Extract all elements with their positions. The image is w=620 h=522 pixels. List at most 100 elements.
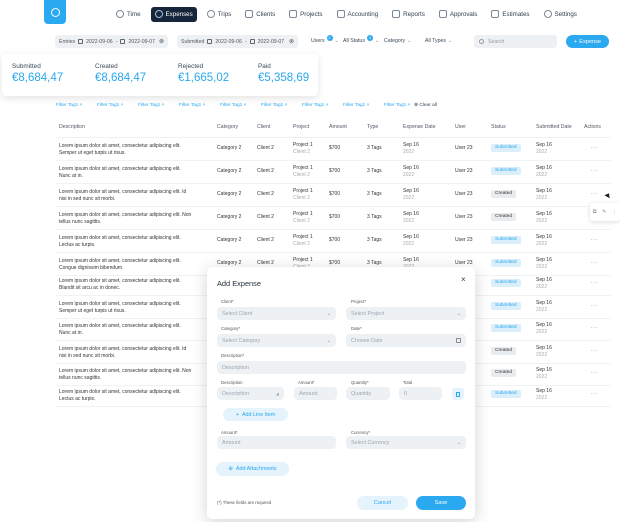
save-button[interactable]: Save xyxy=(416,496,466,510)
close-icon[interactable]: × xyxy=(244,103,247,108)
category-select[interactable]: Select Category ⌄ xyxy=(217,334,336,347)
types-dropdown[interactable]: All Types ⌄ xyxy=(425,38,452,44)
row-submitted-date: Sep 16 2022 xyxy=(536,345,552,358)
close-icon[interactable]: × xyxy=(461,275,466,284)
col-status[interactable]: Status xyxy=(491,124,506,130)
more-actions-icon[interactable]: ... xyxy=(591,390,598,397)
add-line-item-button[interactable]: + Add Line Item xyxy=(223,408,288,421)
more-actions-icon[interactable]: ... xyxy=(591,302,598,309)
description-input[interactable]: Description xyxy=(217,361,466,374)
filter-tag[interactable]: Filter Tag1 × xyxy=(97,103,138,108)
col-actions[interactable]: Actions xyxy=(584,124,601,130)
table-row[interactable]: Lorem ipsum dolor sit amet, consectetur … xyxy=(56,184,611,207)
search-input[interactable]: Search xyxy=(474,35,557,48)
more-actions-icon[interactable]: ... xyxy=(591,236,598,243)
date-day: Sep 16 xyxy=(403,165,419,171)
category-dropdown[interactable]: Category ⌄ xyxy=(384,38,411,44)
table-row[interactable]: Lorem ipsum dolor sit amet, consectetur … xyxy=(56,230,611,253)
clear-circle-icon[interactable]: ⊗ xyxy=(159,38,164,45)
nav-accounting[interactable]: Accounting xyxy=(333,7,383,22)
clear-all-button[interactable]: ⊗ Clear all xyxy=(414,103,437,108)
edit-icon[interactable]: ✎ xyxy=(602,209,606,215)
date-picker[interactable]: Choose Date xyxy=(346,334,466,347)
close-icon[interactable]: × xyxy=(285,103,288,108)
nav-clients[interactable]: Clients xyxy=(241,7,279,22)
nav-approvals[interactable]: Approvals xyxy=(435,7,482,22)
client-placeholder: Select Client xyxy=(222,310,253,317)
submitted-date-range[interactable]: Submitted 2022-09-06 - 2022-09-07 ⊗ xyxy=(177,35,298,48)
close-icon[interactable]: × xyxy=(367,103,370,108)
filter-tag[interactable]: Filter Tag1 × xyxy=(261,103,302,108)
close-icon[interactable]: × xyxy=(121,103,124,108)
more-actions-icon[interactable]: ... xyxy=(591,259,598,266)
date-day: Sep 16 xyxy=(403,211,419,217)
amount-placeholder: Amount xyxy=(222,439,241,446)
col-project[interactable]: Project xyxy=(293,124,309,130)
filter-tag[interactable]: Filter Tag1 × xyxy=(56,103,97,108)
chevron-down-icon: ⌄ xyxy=(374,38,380,44)
cancel-button[interactable]: Cancel xyxy=(357,496,408,510)
app-logo[interactable] xyxy=(44,0,66,24)
more-actions-icon[interactable]: ... xyxy=(591,144,598,151)
calendar-icon xyxy=(249,39,255,44)
filter-tag[interactable]: Filter Tag1 × xyxy=(302,103,343,108)
status-badge: Created xyxy=(491,190,517,198)
nav-trips[interactable]: Trips xyxy=(203,7,236,22)
copy-icon[interactable]: ⧉ xyxy=(593,209,597,215)
table-row[interactable]: Lorem ipsum dolor sit amet, consectetur … xyxy=(56,138,611,161)
nav-time[interactable]: Time xyxy=(112,7,145,22)
filter-tag[interactable]: Filter Tag1 × xyxy=(220,103,261,108)
nav-reports[interactable]: Reports xyxy=(388,7,429,22)
line-item-quantity-input[interactable]: Quantity xyxy=(346,387,390,400)
col-description[interactable]: Description xyxy=(59,124,85,130)
col-amount[interactable]: Amount xyxy=(329,124,347,130)
delete-line-item-button[interactable] xyxy=(452,388,464,400)
col-category[interactable]: Category xyxy=(217,124,238,130)
currency-select[interactable]: Select Currency ⌄ xyxy=(346,436,466,449)
nav-settings[interactable]: Settings xyxy=(540,7,581,22)
approvals-icon xyxy=(438,10,447,18)
add-expense-label: Expense xyxy=(579,38,602,45)
line-item-description-input[interactable]: Description ◢ xyxy=(217,387,284,400)
col-submitted-date[interactable]: Submitted Date xyxy=(536,124,572,130)
more-actions-icon[interactable]: ... xyxy=(591,190,598,197)
nav-projects[interactable]: Projects xyxy=(285,7,326,22)
users-dropdown[interactable]: Users 2 ⌄ xyxy=(311,35,339,44)
close-icon[interactable]: × xyxy=(162,103,165,108)
filter-tag[interactable]: Filter Tag1 × xyxy=(138,103,179,108)
nav-expenses[interactable]: Expenses xyxy=(150,6,197,22)
filter-tag-label: Filter Tag1 xyxy=(138,103,161,108)
col-client[interactable]: Client xyxy=(257,124,270,130)
more-actions-icon[interactable]: ... xyxy=(591,369,598,376)
status-dropdown[interactable]: All Status 3 ⌄ xyxy=(343,35,380,44)
close-icon[interactable]: × xyxy=(326,103,329,108)
close-icon[interactable]: × xyxy=(203,103,206,108)
nav-estimates[interactable]: Estimates xyxy=(487,7,533,22)
row-actions-popover: ⧉ ✎ ⋮ xyxy=(590,203,620,221)
desc-line: Nunc at in. xyxy=(59,172,83,179)
more-icon[interactable]: ⋮ xyxy=(612,209,617,215)
filter-tag[interactable]: Filter Tag1 × xyxy=(343,103,384,108)
close-icon[interactable]: × xyxy=(408,103,411,108)
more-actions-icon[interactable]: ... xyxy=(591,279,598,286)
entries-date-range[interactable]: Entries 2022-09-06 - 2022-09-07 ⊗ xyxy=(55,35,168,48)
line-item-amount-input[interactable]: Amount xyxy=(294,387,337,400)
clients-icon xyxy=(245,10,254,18)
col-expense-date[interactable]: Expense Date xyxy=(403,124,436,130)
close-icon[interactable]: × xyxy=(80,103,83,108)
add-attachments-button[interactable]: ⊕ Add Attachments xyxy=(216,462,289,476)
add-expense-button[interactable]: + Expense xyxy=(566,35,609,48)
col-user[interactable]: User xyxy=(455,124,466,130)
amount-input[interactable]: Amount xyxy=(217,436,336,449)
more-actions-icon[interactable]: ... xyxy=(591,347,598,354)
table-row[interactable]: Lorem ipsum dolor sit amet, consectetur … xyxy=(56,161,611,184)
clear-circle-icon[interactable]: ⊗ xyxy=(289,38,294,45)
filter-tag[interactable]: Filter Tag1 × xyxy=(179,103,220,108)
client-select[interactable]: Select Client ⌄ xyxy=(217,307,336,320)
project-select[interactable]: Select Project ⌄ xyxy=(346,307,466,320)
more-actions-icon[interactable]: ... xyxy=(591,324,598,331)
more-actions-icon[interactable]: ... xyxy=(591,167,598,174)
filter-tag[interactable]: Filter Tag1 × xyxy=(384,103,414,108)
table-row[interactable]: Lorem ipsum dolor sit amet, consectetur … xyxy=(56,207,611,230)
col-type[interactable]: Type xyxy=(367,124,378,130)
